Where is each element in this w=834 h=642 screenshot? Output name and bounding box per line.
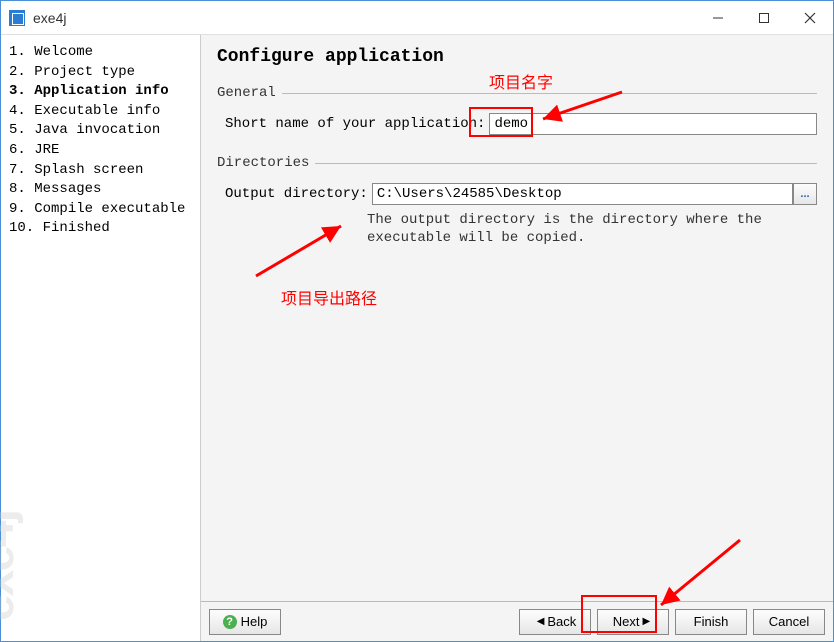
main-panel: Configure application General Short name… [201, 35, 833, 641]
window-controls [695, 2, 833, 34]
app-icon [9, 10, 25, 26]
app-window: exe4j 1. Welcome 2. Project type 3. Appl… [0, 0, 834, 642]
cancel-button[interactable]: Cancel [753, 609, 825, 635]
shortname-input[interactable] [489, 113, 817, 135]
maximize-button[interactable] [741, 2, 787, 34]
main-content: Configure application General Short name… [201, 35, 833, 601]
titlebar: exe4j [1, 1, 833, 35]
back-button[interactable]: ◀Back [519, 609, 591, 635]
triangle-left-icon: ◀ [537, 616, 545, 627]
help-icon: ? [223, 615, 237, 629]
page-title: Configure application [217, 47, 817, 67]
shortname-label: Short name of your application: [225, 116, 485, 132]
outputdir-label: Output directory: [225, 186, 368, 202]
general-legend: General [217, 85, 817, 101]
sidebar-item-jre[interactable]: 6. JRE [5, 141, 196, 161]
annotation-label-export: 项目导出路径 [281, 285, 377, 309]
directories-fieldset: Directories Output directory: ... The ou… [217, 155, 817, 247]
sidebar-item-java-invocation[interactable]: 5. Java invocation [5, 121, 196, 141]
help-button-label: Help [241, 614, 268, 629]
browse-button[interactable]: ... [793, 183, 817, 205]
window-title: exe4j [33, 10, 66, 26]
minimize-button[interactable] [695, 2, 741, 34]
wizard-footer: ? Help ◀Back Next▶ Finish Cancel [201, 601, 833, 641]
sidebar-watermark: exe4j [0, 511, 31, 621]
sidebar-item-executable-info[interactable]: 4. Executable info [5, 102, 196, 122]
directories-legend: Directories [217, 155, 817, 171]
sidebar-item-finished[interactable]: 10. Finished [5, 219, 196, 239]
help-button[interactable]: ? Help [209, 609, 281, 635]
next-button[interactable]: Next▶ [597, 609, 669, 635]
outputdir-row: Output directory: ... [217, 183, 817, 205]
outputdir-help: The output directory is the directory wh… [217, 211, 817, 247]
triangle-right-icon: ▶ [643, 616, 651, 627]
wizard-sidebar: 1. Welcome 2. Project type 3. Applicatio… [1, 35, 201, 641]
sidebar-item-splash-screen[interactable]: 7. Splash screen [5, 161, 196, 181]
close-button[interactable] [787, 2, 833, 34]
shortname-row: Short name of your application: [217, 113, 817, 135]
sidebar-item-project-type[interactable]: 2. Project type [5, 63, 196, 83]
sidebar-item-welcome[interactable]: 1. Welcome [5, 43, 196, 63]
outputdir-input[interactable] [372, 183, 793, 205]
general-fieldset: General Short name of your application: [217, 85, 817, 135]
body: 1. Welcome 2. Project type 3. Applicatio… [1, 35, 833, 641]
finish-button[interactable]: Finish [675, 609, 747, 635]
sidebar-item-application-info[interactable]: 3. Application info [5, 82, 196, 102]
sidebar-item-compile-executable[interactable]: 9. Compile executable [5, 200, 196, 220]
sidebar-item-messages[interactable]: 8. Messages [5, 180, 196, 200]
